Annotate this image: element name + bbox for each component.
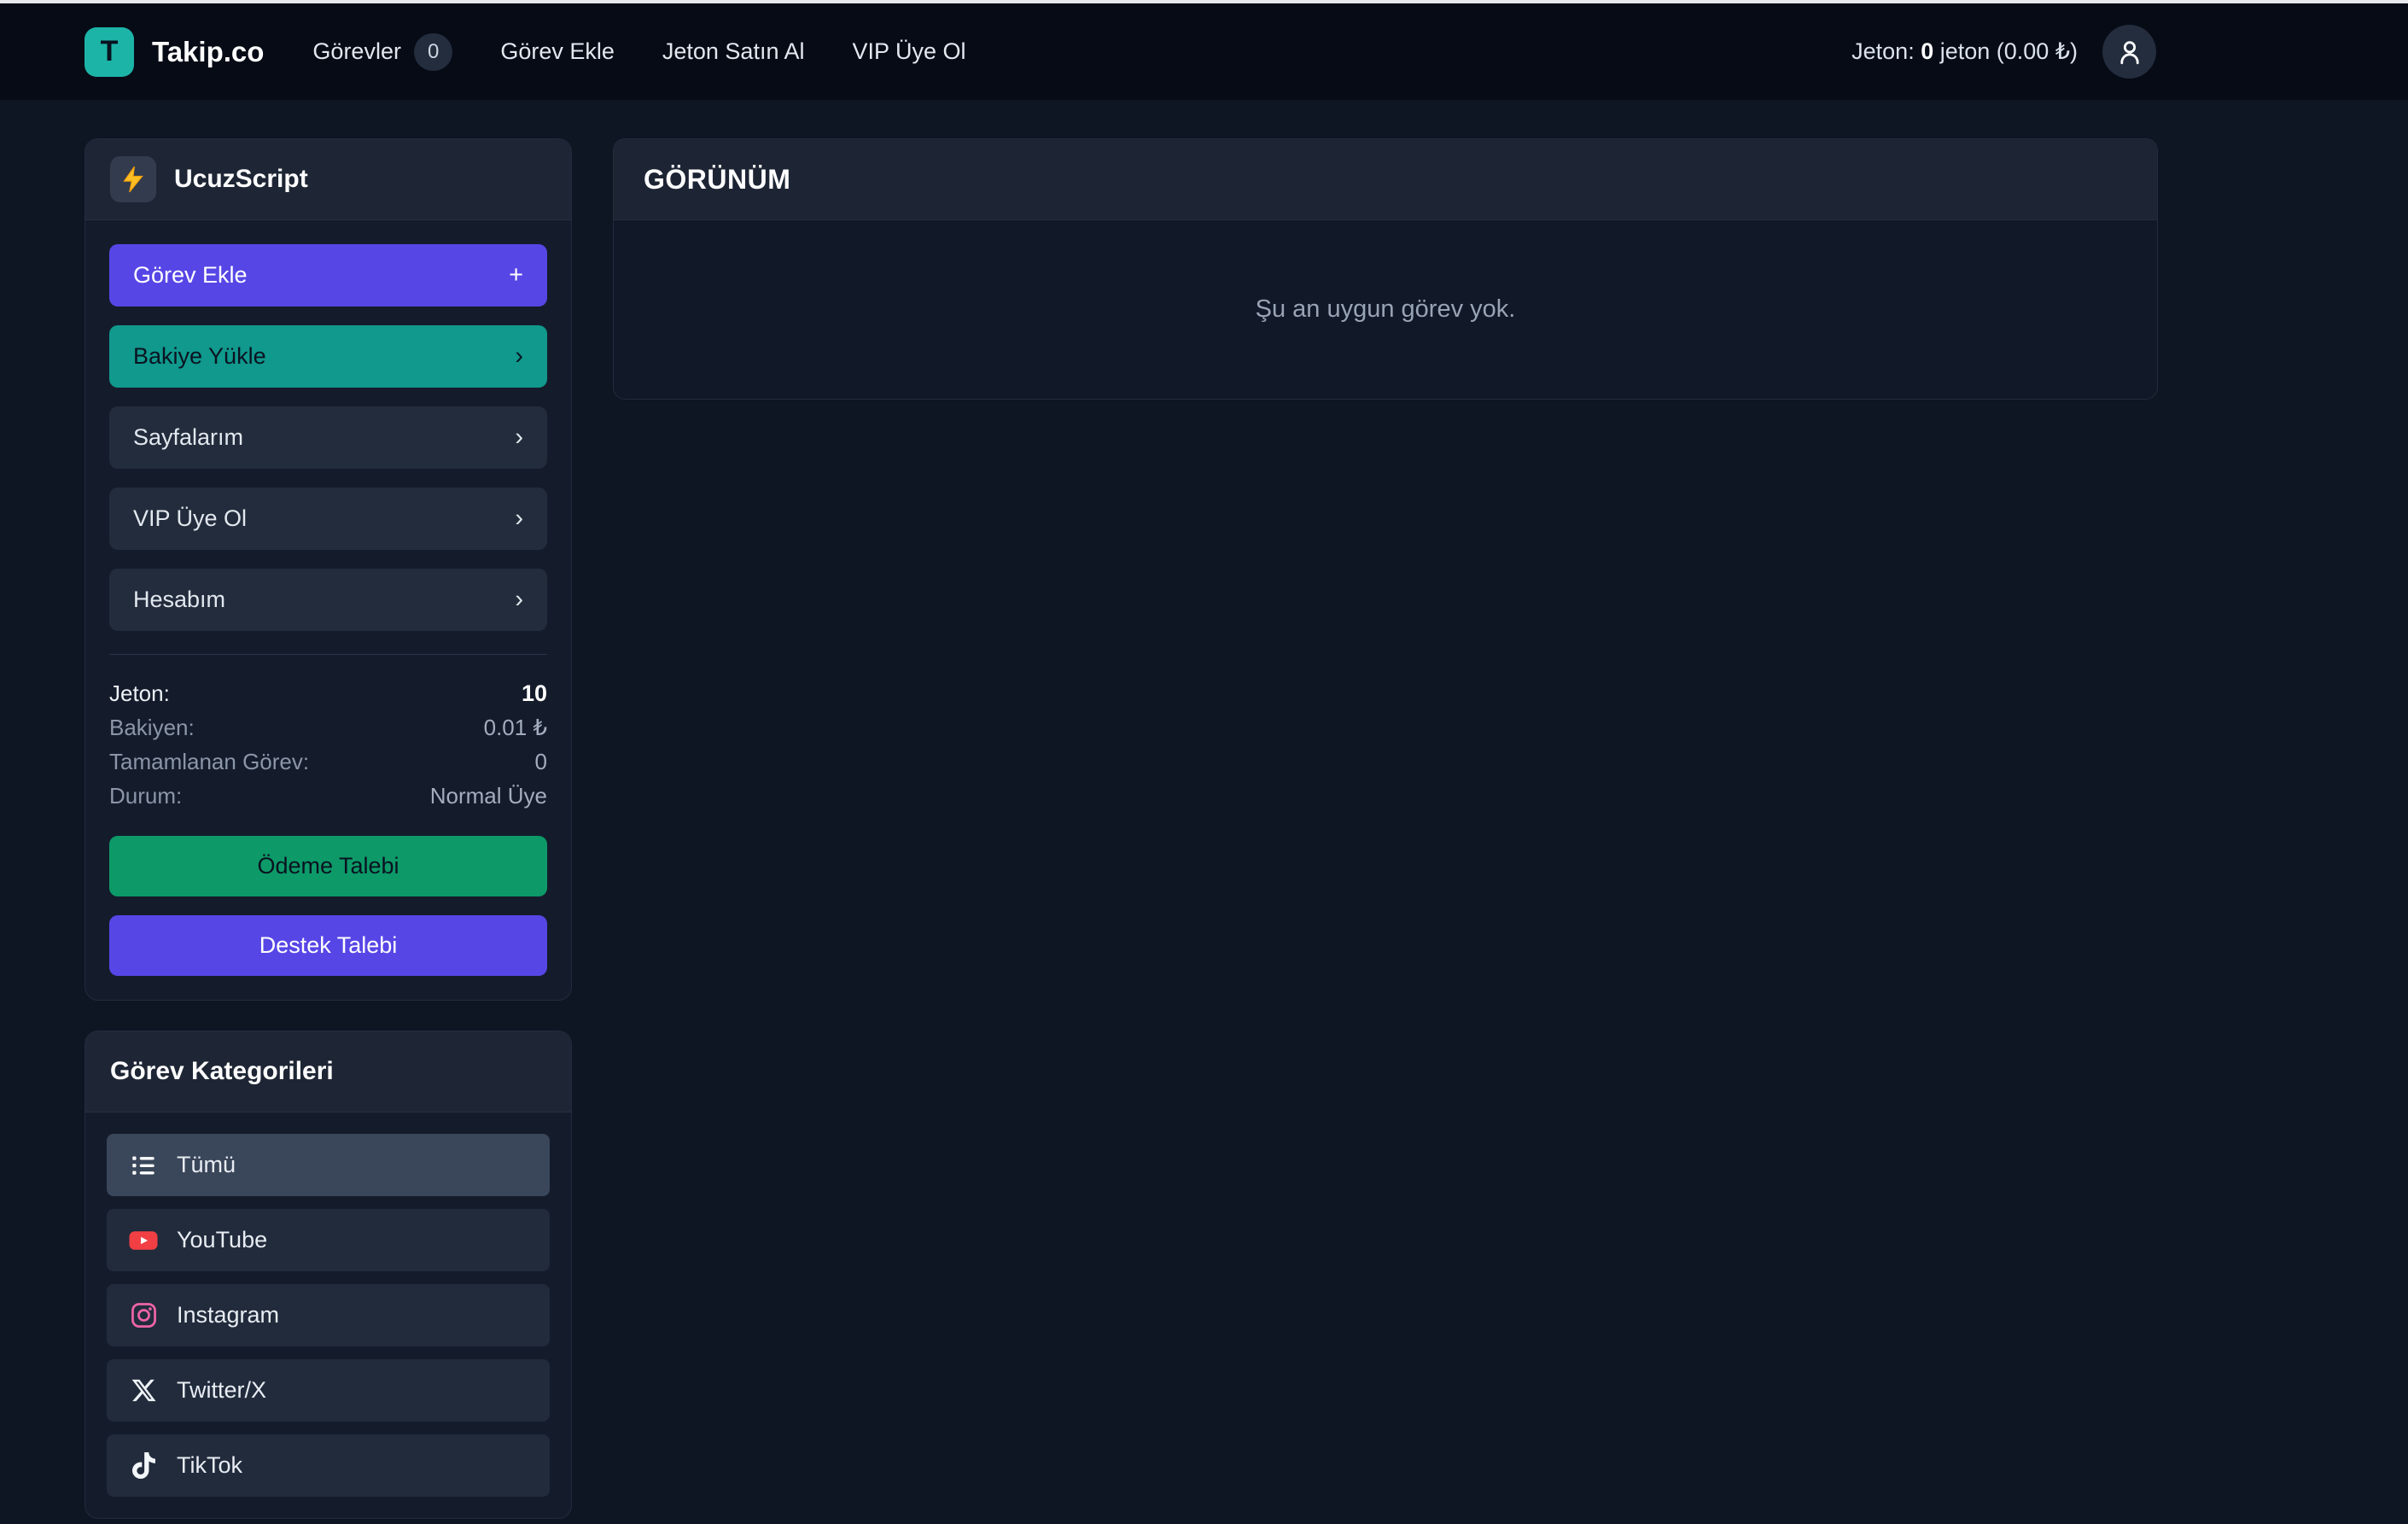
category-item-tiktok[interactable]: TikTok <box>107 1434 550 1497</box>
category-item-youtube[interactable]: YouTube <box>107 1209 550 1271</box>
brand-logo[interactable]: T <box>85 27 134 77</box>
chevron-right-icon: › <box>515 423 523 452</box>
category-label: YouTube <box>177 1227 267 1253</box>
chevron-right-icon: › <box>515 505 523 533</box>
stat-label: Bakiyen: <box>109 710 195 744</box>
stat-row-bakiyen: Bakiyen: 0.01 ₺ <box>109 710 547 744</box>
stat-value: 0 <box>535 744 547 779</box>
button-label: Görev Ekle <box>133 262 248 289</box>
jeton-balance-value: 0 <box>1921 38 1933 64</box>
nav-item-vip-uye-ol[interactable]: VIP Üye Ol <box>853 38 966 65</box>
categories-title: Görev Kategorileri <box>110 1057 334 1086</box>
youtube-icon <box>128 1225 159 1256</box>
hesabim-button[interactable]: Hesabım › <box>109 569 547 631</box>
destek-talebi-button[interactable]: Destek Talebi <box>109 915 547 976</box>
sidebar-card-body: Görev Ekle + Bakiye Yükle › Sayfalarım ›… <box>85 220 571 1000</box>
stat-value: Normal Üye <box>430 779 547 813</box>
chevron-right-icon: › <box>515 342 523 371</box>
lightning-icon-box <box>110 156 156 202</box>
stat-row-jeton: Jeton: 10 <box>109 676 547 710</box>
main-panel-title: GÖRÜNÜM <box>644 164 790 196</box>
category-label: Twitter/X <box>177 1377 266 1404</box>
vip-uye-ol-button[interactable]: VIP Üye Ol › <box>109 488 547 550</box>
categories-list: Tümü YouTube <box>85 1112 571 1518</box>
gorevler-count-badge: 0 <box>414 33 452 71</box>
stat-row-tamamlanan-gorev: Tamamlanan Görev: 0 <box>109 744 547 779</box>
instagram-icon <box>128 1300 159 1331</box>
empty-state-message: Şu an uygun görev yok. <box>1256 295 1516 324</box>
user-avatar[interactable] <box>2102 25 2156 79</box>
nav-item-jeton-satin-al[interactable]: Jeton Satın Al <box>662 38 805 65</box>
nav-item-gorev-ekle[interactable]: Görev Ekle <box>500 38 615 65</box>
button-label: VIP Üye Ol <box>133 505 247 532</box>
sidebar-card: UcuzScript Görev Ekle + Bakiye Yükle › S… <box>85 138 572 1001</box>
category-label: Instagram <box>177 1302 279 1328</box>
stat-label: Jeton: <box>109 676 170 710</box>
sidebar: UcuzScript Görev Ekle + Bakiye Yükle › S… <box>85 138 572 1519</box>
sidebar-title: UcuzScript <box>174 165 308 194</box>
category-item-tumu[interactable]: Tümü <box>107 1134 550 1196</box>
navbar: T Takip.co Görevler 0 Görev Ekle Jeton S… <box>0 3 2408 100</box>
stat-row-durum: Durum: Normal Üye <box>109 779 547 813</box>
stat-value: 10 <box>522 676 547 710</box>
twitter-x-icon <box>128 1375 159 1406</box>
odeme-talebi-button[interactable]: Ödeme Talebi <box>109 836 547 896</box>
plus-icon: + <box>509 261 523 289</box>
bakiye-yukle-button[interactable]: Bakiye Yükle › <box>109 325 547 388</box>
main-panel: GÖRÜNÜM Şu an uygun görev yok. <box>613 138 2158 400</box>
button-label: Sayfalarım <box>133 424 243 451</box>
stat-value: 0.01 ₺ <box>484 710 547 744</box>
stat-label: Durum: <box>109 779 182 813</box>
list-icon <box>128 1150 159 1181</box>
category-item-instagram[interactable]: Instagram <box>107 1284 550 1346</box>
jeton-balance: Jeton: 0 jeton (0.00 ₺) <box>1851 38 2078 65</box>
button-label: Bakiye Yükle <box>133 343 266 370</box>
gorev-ekle-button[interactable]: Görev Ekle + <box>109 244 547 307</box>
lightning-icon <box>119 165 148 194</box>
category-label: Tümü <box>177 1152 236 1178</box>
chevron-right-icon: › <box>515 586 523 614</box>
main-panel-header: GÖRÜNÜM <box>614 139 2157 220</box>
logo-letter: T <box>101 35 119 68</box>
page-content: UcuzScript Görev Ekle + Bakiye Yükle › S… <box>0 100 2408 1519</box>
main-panel-body: Şu an uygun görev yok. <box>614 220 2157 399</box>
stats-divider <box>109 654 547 655</box>
brand-name: Takip.co <box>152 36 264 68</box>
tiktok-icon <box>128 1451 159 1481</box>
category-item-twitter-x[interactable]: Twitter/X <box>107 1359 550 1422</box>
nav-item-label: Görevler <box>312 38 401 65</box>
categories-card-header: Görev Kategorileri <box>85 1031 571 1112</box>
main-nav: Görevler 0 Görev Ekle Jeton Satın Al VIP… <box>312 33 965 71</box>
stat-label: Tamamlanan Görev: <box>109 744 309 779</box>
sidebar-card-header: UcuzScript <box>85 139 571 220</box>
button-label: Hesabım <box>133 587 225 613</box>
nav-item-gorevler[interactable]: Görevler 0 <box>312 33 452 71</box>
categories-card: Görev Kategorileri Tümü <box>85 1031 572 1519</box>
sayfalarim-button[interactable]: Sayfalarım › <box>109 406 547 469</box>
person-icon <box>2115 38 2144 67</box>
category-label: TikTok <box>177 1452 242 1479</box>
